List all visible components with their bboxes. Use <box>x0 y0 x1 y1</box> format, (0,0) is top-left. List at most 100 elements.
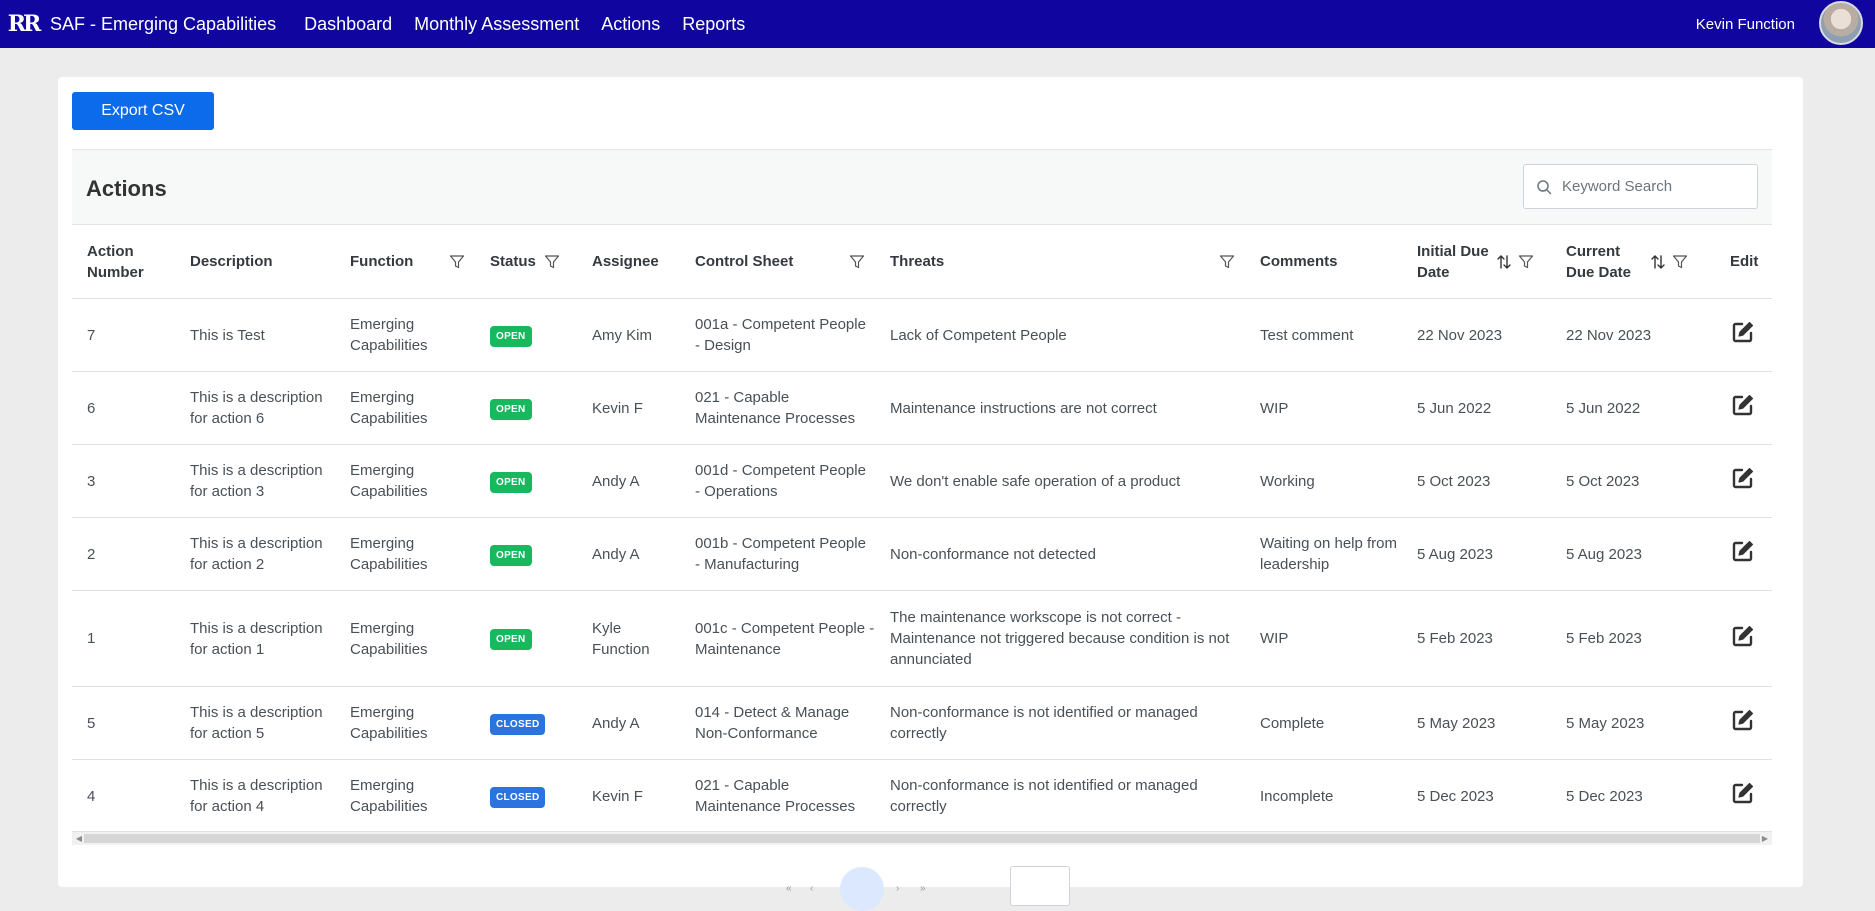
table-header-bar: Actions <box>72 149 1772 225</box>
cell-threats: Lack of Competent People <box>890 326 1067 344</box>
scroll-left-arrow-icon[interactable]: ◀ <box>74 834 84 844</box>
cell-status: OPEN <box>475 543 577 566</box>
edit-cell <box>1715 538 1772 570</box>
cell-description: This is a description for action 6 <box>190 389 323 427</box>
cell-function: Emerging Capabilities <box>350 535 428 573</box>
table-row: 4 This is a description for action 4 Emerg… <box>72 760 1772 833</box>
cell-function: Emerging Capabilities <box>350 619 428 658</box>
cell-function: Emerging Capabilities <box>350 777 428 815</box>
status-badge: OPEN <box>490 471 532 493</box>
cell-comments: WIP <box>1260 630 1289 647</box>
edit-icon[interactable] <box>1730 392 1756 418</box>
cell-assignee: Kyle Function <box>592 619 650 658</box>
cell-description: This is a description for action 1 <box>190 619 323 658</box>
cell-assignee: Andy A <box>592 714 640 732</box>
cell-current-due-date: 5 May 2023 <box>1566 714 1645 732</box>
cell-action-number: 1 <box>87 630 96 647</box>
edit-icon[interactable] <box>1730 319 1756 345</box>
rows-per-page-select[interactable] <box>1010 866 1070 906</box>
cell-comments: WIP <box>1260 399 1289 417</box>
column-header-label: Status <box>490 253 536 270</box>
cell-comments: Complete <box>1260 714 1325 732</box>
status-badge: OPEN <box>490 325 532 347</box>
nav-dashboard[interactable]: Dashboard <box>304 14 392 35</box>
cell-function: Emerging Capabilities <box>350 704 428 742</box>
column-header-comments[interactable]: Comments <box>1245 251 1402 272</box>
column-header-label: Threats <box>890 253 945 270</box>
filter-icon[interactable] <box>544 254 560 270</box>
cell-description: This is a description for action 4 <box>190 777 323 815</box>
pagination: « ‹ › » <box>58 855 1803 911</box>
table-row: 3 This is a description for action 3 Emerg… <box>72 445 1772 518</box>
column-header-status[interactable]: Status <box>475 251 577 272</box>
cell-current-due-date: 5 Feb 2023 <box>1566 630 1642 647</box>
cell-status: OPEN <box>475 324 577 347</box>
cell-function: Emerging Capabilities <box>350 462 428 500</box>
sort-icon[interactable] <box>1496 254 1512 270</box>
edit-icon[interactable] <box>1730 780 1756 806</box>
cell-current-due-date: 5 Dec 2023 <box>1566 787 1643 805</box>
filter-icon[interactable] <box>1219 254 1235 270</box>
column-header-threats[interactable]: Threats <box>875 251 1245 272</box>
first-page-icon[interactable]: « <box>786 883 792 894</box>
edit-cell <box>1715 780 1772 812</box>
prev-page-icon[interactable]: ‹ <box>810 883 813 894</box>
keyword-search-input[interactable] <box>1562 178 1742 195</box>
cell-initial-due-date: 5 Oct 2023 <box>1417 472 1491 490</box>
table-header-row: Action Number Description Function Statu… <box>72 225 1772 299</box>
avatar[interactable] <box>1819 1 1863 45</box>
scroll-right-arrow-icon[interactable]: ▶ <box>1760 834 1770 844</box>
edit-icon[interactable] <box>1730 623 1756 649</box>
edit-cell <box>1715 623 1772 655</box>
last-page-icon[interactable]: » <box>920 883 926 894</box>
page-button-current[interactable] <box>840 867 884 911</box>
cell-status: OPEN <box>475 397 577 420</box>
nav-actions[interactable]: Actions <box>601 14 660 35</box>
edit-icon[interactable] <box>1730 707 1756 733</box>
cell-status: OPEN <box>475 470 577 493</box>
status-badge: CLOSED <box>490 713 546 735</box>
column-header-control-sheet[interactable]: Control Sheet <box>680 251 875 272</box>
column-header-action-number[interactable]: Action Number <box>72 241 175 283</box>
brand-logo[interactable]: RR <box>8 9 42 39</box>
cell-control-sheet: 001a - Competent People - Design <box>695 316 866 354</box>
cell-action-number: 3 <box>87 472 96 490</box>
nav-reports[interactable]: Reports <box>682 14 745 35</box>
column-header-label: Control Sheet <box>695 253 794 270</box>
user-name[interactable]: Kevin Function <box>1696 0 1795 48</box>
cell-status: OPEN <box>475 627 577 650</box>
edit-icon[interactable] <box>1730 465 1756 491</box>
column-header-label: Function <box>350 253 414 270</box>
horizontal-scrollbar[interactable]: ◀ ▶ <box>72 831 1772 845</box>
cell-function: Emerging Capabilities <box>350 389 428 427</box>
filter-icon[interactable] <box>1518 254 1534 270</box>
filter-icon[interactable] <box>1672 254 1688 270</box>
cell-control-sheet: 021 - Capable Maintenance Processes <box>695 389 856 427</box>
column-header-label: Edit <box>1730 253 1759 270</box>
nav-monthly-assessment[interactable]: Monthly Assessment <box>414 14 579 35</box>
edit-icon[interactable] <box>1730 538 1756 564</box>
table-row: 5 This is a description for action 5 Emerg… <box>72 687 1772 760</box>
filter-icon[interactable] <box>849 254 865 270</box>
scrollbar-thumb[interactable] <box>84 834 1760 843</box>
cell-threats: Non-conformance not detected <box>890 545 1096 563</box>
sort-icon[interactable] <box>1650 254 1666 270</box>
column-header-description[interactable]: Description <box>175 251 335 272</box>
cell-action-number: 4 <box>87 787 96 805</box>
column-header-current-due-date[interactable]: Current Due Date <box>1551 241 1715 283</box>
cell-action-number: 7 <box>87 326 96 344</box>
edit-cell <box>1715 392 1772 424</box>
column-header-label: Assignee <box>592 253 659 270</box>
search-icon <box>1537 179 1552 194</box>
column-header-assignee[interactable]: Assignee <box>577 251 680 272</box>
search-box[interactable] <box>1523 164 1758 209</box>
cell-assignee: Kevin F <box>592 787 643 805</box>
cell-assignee: Kevin F <box>592 399 643 417</box>
app-title[interactable]: SAF - Emerging Capabilities <box>50 14 276 35</box>
export-csv-button[interactable]: Export CSV <box>72 92 214 130</box>
next-page-icon[interactable]: › <box>896 883 899 894</box>
table-row: 2 This is a description for action 2 Emerg… <box>72 518 1772 591</box>
column-header-function[interactable]: Function <box>335 251 475 272</box>
filter-icon[interactable] <box>449 254 465 270</box>
column-header-initial-due-date[interactable]: Initial Due Date <box>1402 241 1551 283</box>
